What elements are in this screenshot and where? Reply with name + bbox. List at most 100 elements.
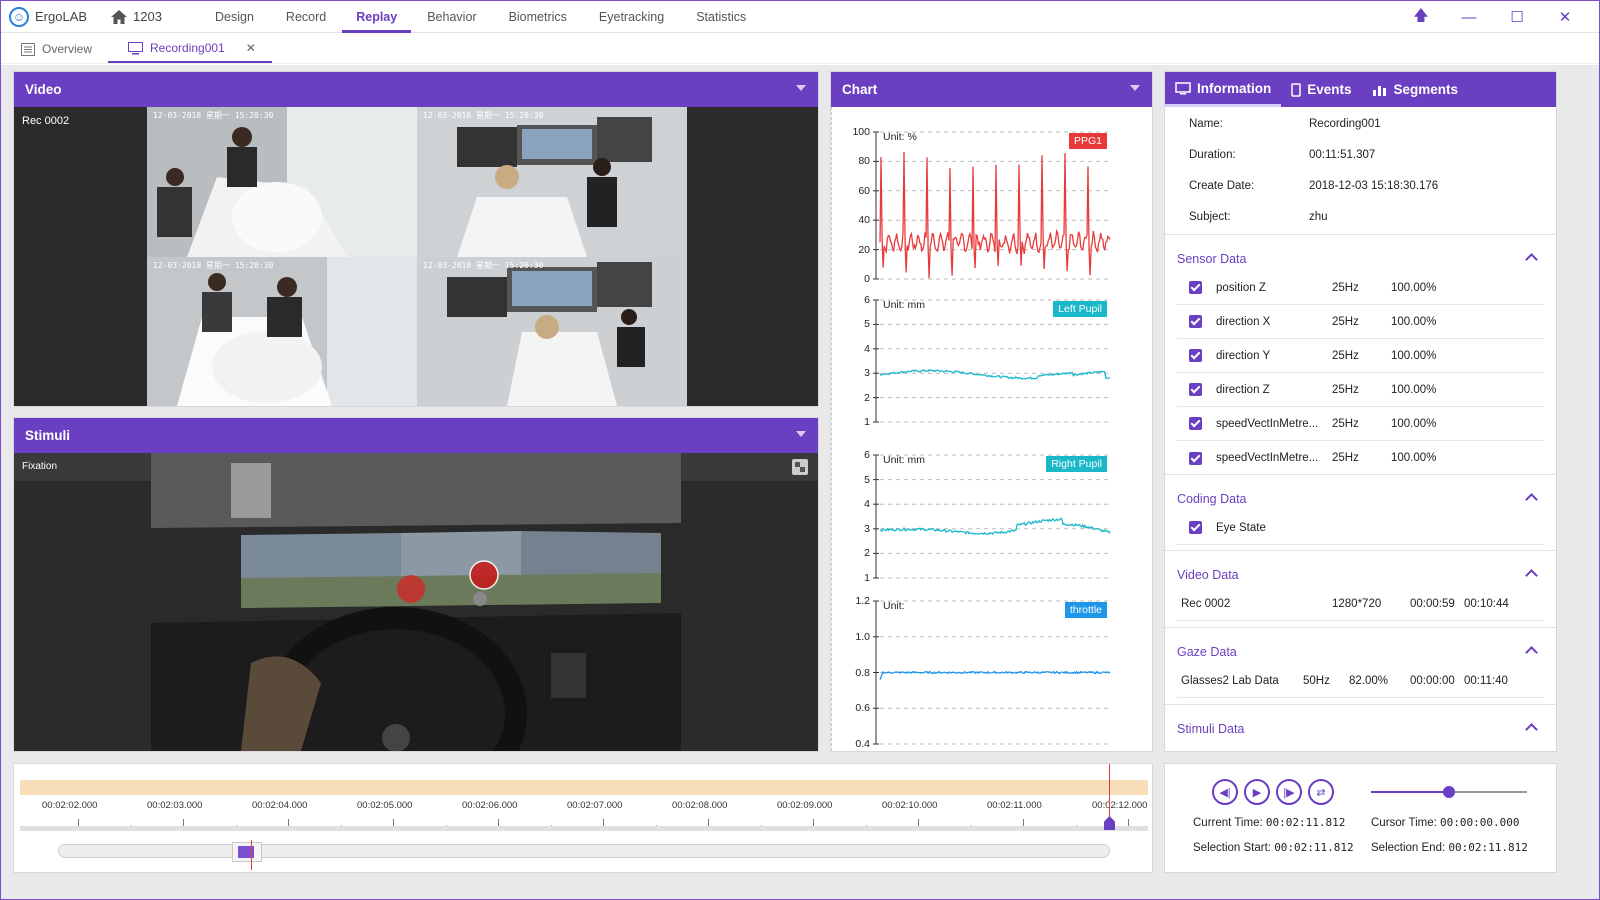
chevron-up-icon[interactable] (1525, 646, 1538, 659)
chart-svg (873, 131, 1111, 745)
checkbox-checked[interactable] (1189, 451, 1202, 465)
camera-view-4: 12-03-2018 星期一 15:20:30 (417, 257, 687, 406)
nav-eyetracking[interactable]: Eyetracking (583, 1, 680, 33)
y-tick-label: 80 (858, 155, 870, 168)
chevron-up-icon[interactable] (1525, 569, 1538, 582)
checkbox-checked[interactable] (1189, 349, 1202, 362)
camera-3-timestamp: 12-03-2018 星期一 15:20:30 (153, 261, 274, 270)
tab-events[interactable]: Events (1281, 72, 1361, 107)
nav-design[interactable]: Design (199, 1, 270, 33)
selection-start-label: Selection Start: (1193, 842, 1271, 854)
loop-button[interactable]: ⇄ (1308, 779, 1334, 805)
checkbox-checked[interactable] (1189, 383, 1202, 396)
chart-panel: Chart 100 80 60 40 20 0 Unit: % PPG1 6 5 4 3 2 1 Unit:… (830, 71, 1153, 752)
monitor-icon (128, 41, 144, 54)
coding-name: Eye State (1216, 521, 1266, 534)
sensor-data-header[interactable]: Sensor Data (1177, 252, 1544, 266)
chevron-up-icon[interactable] (1525, 723, 1538, 736)
coding-row[interactable]: Eye State (1177, 511, 1544, 545)
divider (1165, 474, 1556, 475)
playhead-marker[interactable] (1104, 816, 1115, 830)
y-tick-label: 40 (858, 214, 870, 227)
information-panel: Information Events Segments Name: Recordi… (1164, 71, 1557, 752)
chart-dropdown-icon[interactable] (1130, 85, 1140, 91)
video-dropdown-icon[interactable] (796, 85, 806, 91)
tab-information[interactable]: Information (1165, 72, 1282, 107)
info-duration-key: Duration: (1189, 149, 1236, 161)
checkbox-checked[interactable] (1189, 281, 1202, 294)
series-line (879, 151, 1111, 279)
project-name: 1203 (133, 9, 162, 24)
checkbox-checked[interactable] (1189, 521, 1202, 534)
step-back-button[interactable]: ◀| (1212, 779, 1238, 805)
stimuli-viewport[interactable]: Fixation (14, 453, 818, 751)
sensor-row[interactable]: direction Y 25Hz 100.00% (1177, 339, 1544, 373)
sensor-name: direction X (1216, 315, 1271, 328)
selection-end-readout: Selection End: 00:02:11.812 (1371, 841, 1528, 854)
maximize-button[interactable]: ☐ (1493, 1, 1541, 33)
selection-start-value: 00:02:11.812 (1274, 841, 1354, 854)
timeline-tick-label: 00:02:05.000 (357, 800, 413, 811)
sensor-row[interactable]: speedVectInMetre... 25Hz 100.00% (1177, 407, 1544, 441)
timeline-tick-label: 00:02:08.000 (672, 800, 728, 811)
tab-segments-label: Segments (1393, 82, 1459, 97)
sensor-row[interactable]: direction Z 25Hz 100.00% (1177, 373, 1544, 407)
sensor-pct: 100.00% (1391, 383, 1437, 396)
y-tick-label: 0.6 (855, 702, 870, 715)
sensor-name: speedVectInMetre... (1216, 417, 1319, 430)
coding-data-header[interactable]: Coding Data (1177, 492, 1544, 506)
nav-statistics[interactable]: Statistics (680, 1, 762, 33)
step-forward-button[interactable]: |▶ (1276, 779, 1302, 805)
timeline-track[interactable] (20, 780, 1148, 795)
tab-segments[interactable]: Segments (1362, 72, 1469, 107)
timeline-tick-label: 00:02:02.000 (42, 800, 98, 811)
top-bar: ☺ ErgoLAB 1203 Design Record Replay Beha… (1, 1, 1599, 33)
tab-overview[interactable]: Overview (1, 35, 108, 63)
timeline-scrollbar[interactable] (58, 844, 1110, 858)
camera-view-3: 12-03-2018 星期一 15:20:30 (147, 257, 417, 406)
overlay-toggle-icon[interactable] (792, 459, 808, 475)
sensor-row[interactable]: speedVectInMetre... 25Hz 100.00% (1177, 441, 1544, 475)
info-duration-row: Duration: 00:11:51.307 (1189, 149, 1375, 161)
minimize-button[interactable]: — (1445, 1, 1493, 33)
stimuli-data-header[interactable]: Stimuli Data (1177, 722, 1544, 736)
play-button[interactable]: ▶ (1244, 779, 1270, 805)
sensor-row[interactable]: position Z 25Hz 100.00% (1177, 271, 1544, 305)
gaze-data-row[interactable]: Glasses2 Lab Data 50Hz 82.00% 00:00:00 00:11… (1177, 664, 1544, 698)
series-line (879, 670, 1111, 680)
series-tag: throttle (1064, 602, 1107, 618)
stimuli-dropdown-icon[interactable] (796, 431, 806, 437)
info-subject-row: Subject: zhu (1189, 211, 1328, 223)
gaze-data-name: Glasses2 Lab Data (1181, 674, 1279, 687)
chart-plots[interactable]: 100 80 60 40 20 0 Unit: % PPG1 6 5 4 3 2 1 Unit: mm Lef… (831, 107, 1151, 751)
mobile-icon (1291, 82, 1301, 97)
video-source-label: Rec 0002 (22, 115, 70, 127)
sensor-row[interactable]: direction X 25Hz 100.00% (1177, 305, 1544, 339)
upload-arrow-icon[interactable]: 🡅 (1397, 1, 1445, 33)
chevron-up-icon[interactable] (1525, 493, 1538, 506)
nav-record[interactable]: Record (270, 1, 342, 33)
close-window-button[interactable]: ✕ (1541, 1, 1589, 33)
nav-replay[interactable]: Replay (342, 1, 412, 33)
project-home[interactable]: 1203 (111, 9, 199, 24)
close-tab-icon[interactable]: ✕ (246, 41, 256, 55)
checkbox-checked[interactable] (1189, 417, 1202, 430)
nav-behavior[interactable]: Behavior (411, 1, 492, 33)
y-tick-label: 0.8 (855, 666, 870, 679)
gaze-data-header[interactable]: Gaze Data (1177, 645, 1544, 659)
video-data-row[interactable]: Rec 0002 1280*720 00:00:59 00:10:44 (1177, 587, 1544, 621)
volume-slider-knob[interactable] (1443, 786, 1455, 798)
tab-recording001[interactable]: Recording001 ✕ (108, 35, 272, 63)
sensor-pct: 100.00% (1391, 349, 1437, 362)
y-tick-label: 1.0 (855, 630, 870, 643)
timeline-tick-label: 00:02:11.000 (987, 800, 1042, 811)
video-data-header[interactable]: Video Data (1177, 568, 1544, 582)
stimuli-panel-title: Stimuli (25, 428, 71, 443)
unit-label: Unit: mm (883, 299, 925, 311)
checkbox-checked[interactable] (1189, 315, 1202, 328)
sensor-rate: 25Hz (1332, 417, 1359, 430)
chevron-up-icon[interactable] (1525, 253, 1538, 266)
nav-biometrics[interactable]: Biometrics (493, 1, 583, 33)
video-viewport[interactable]: Rec 0002 12-03-2018 星期一 15:20:30 12-03-2… (14, 107, 818, 406)
series-line (879, 368, 1110, 380)
